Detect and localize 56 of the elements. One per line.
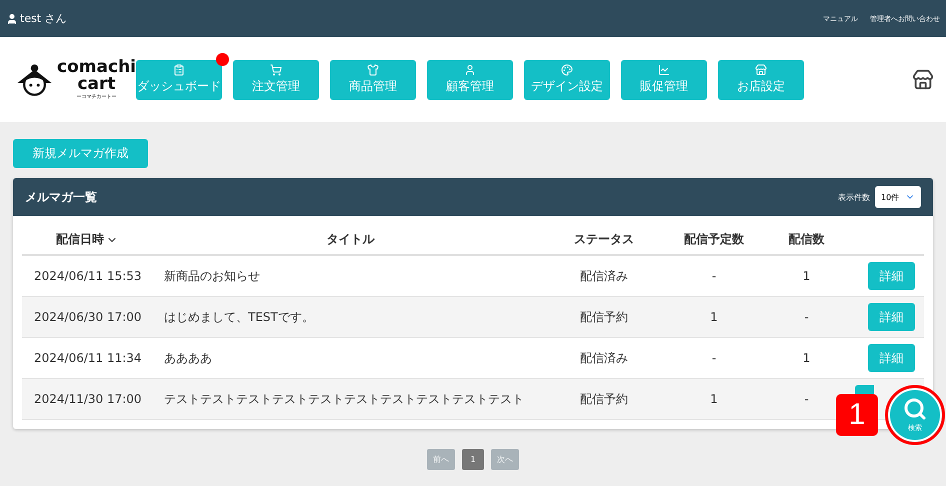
step-number: 1 [836, 394, 878, 436]
nav-button[interactable]: ダッシュボード [136, 60, 222, 100]
column-header: タイトル [326, 231, 376, 248]
nav-button[interactable]: 商品管理 [330, 60, 416, 100]
table-cell-text: 配信済み [579, 268, 629, 284]
page-button[interactable]: 次へ [491, 449, 519, 470]
palette-icon [561, 64, 573, 76]
user-name: test さん [6, 11, 67, 26]
chart-icon [658, 64, 670, 76]
table-cell-text: 1 [802, 269, 812, 283]
user-icon [464, 64, 476, 76]
logo-text: comachi [57, 59, 136, 76]
table-cell-text: テストテストテストテストテストテストテストテストテストテスト [163, 390, 525, 408]
table-cell-text: - [803, 392, 810, 406]
nav-button[interactable]: お店設定 [718, 60, 804, 100]
column-header[interactable]: 配信日時 [22, 231, 152, 248]
per-page-select[interactable]: 10件 [875, 186, 921, 208]
logo-text: cart [77, 76, 116, 93]
table-cell-text: 1 [709, 392, 719, 406]
table-cell-text: 1 [802, 351, 812, 365]
detail-button[interactable]: 詳細 [868, 262, 915, 290]
table-cell-text: - [803, 310, 810, 324]
table-cell-text: - [710, 351, 718, 365]
new-newsletter-button[interactable]: 新規メルマガ作成 [13, 139, 148, 168]
nav-button[interactable]: 顧客管理 [427, 60, 513, 100]
column-header: ステータス [573, 231, 635, 248]
table-cell-text: はじめまして、TESTです。 [163, 308, 315, 326]
table-cell-text: 2024/06/30 17:00 [33, 310, 143, 324]
table-cell-text: 2024/06/11 15:53 [33, 269, 143, 283]
page-button[interactable]: 1 [462, 449, 484, 470]
clipboard-icon [173, 64, 185, 76]
store-icon[interactable] [912, 68, 934, 90]
per-page-label: 表示件数 [838, 192, 870, 202]
detail-button[interactable]: 詳細 [868, 303, 915, 331]
table-cell-text: 1 [709, 310, 719, 324]
table-cell-text: - [710, 269, 718, 283]
table-cell-text: 新商品のお知らせ [163, 268, 261, 284]
table-cell-text: 2024/11/30 17:00 [33, 392, 143, 406]
table-cell-text: 配信済み [579, 350, 629, 366]
nav-button[interactable]: 販促管理 [621, 60, 707, 100]
column-header: 配信予定数 [683, 231, 745, 248]
detail-button[interactable]: 詳細 [868, 344, 915, 372]
store-icon [755, 64, 767, 76]
user-icon [6, 12, 18, 24]
page-button[interactable]: 前へ [427, 449, 455, 470]
nav-button[interactable]: 注文管理 [233, 60, 319, 100]
card-title: メルマガ一覧 [25, 188, 97, 206]
table-cell-text: 2024/06/11 11:34 [33, 351, 143, 365]
search-icon [903, 397, 927, 421]
table-cell-text: ああああ [163, 350, 213, 366]
table-cell-text: 配信予約 [579, 308, 629, 326]
nav-button[interactable]: デザイン設定 [524, 60, 610, 100]
table-cell-text: 配信予約 [579, 390, 629, 408]
shirt-icon [367, 64, 379, 76]
cart-icon [270, 64, 282, 76]
column-header: 配信数 [788, 231, 826, 248]
